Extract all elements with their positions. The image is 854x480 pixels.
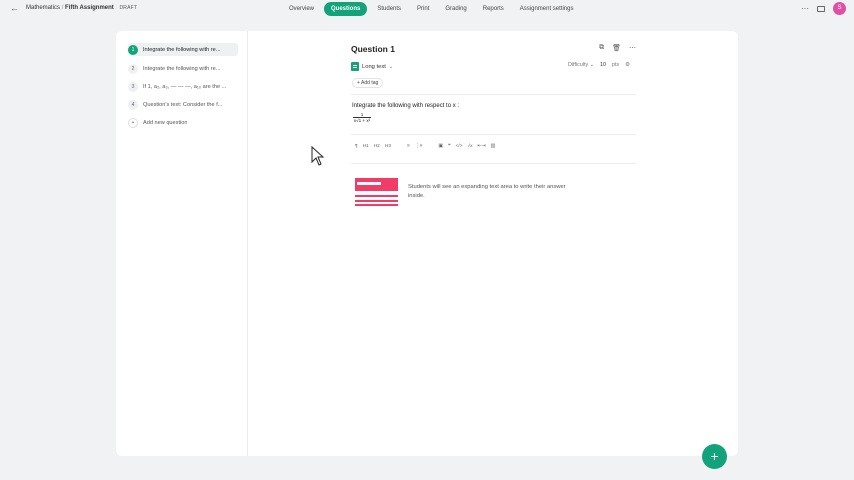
- question-number: 1: [128, 44, 138, 55]
- duplicate-icon[interactable]: ⧉: [599, 44, 604, 52]
- add-new-question-button[interactable]: + Add new question: [128, 116, 238, 129]
- numbered-list-icon[interactable]: ⋮≡: [415, 144, 423, 149]
- answer-hint: Students will see an expanding text area…: [408, 184, 566, 199]
- breadcrumb-assignment: Fifth Assignment: [65, 5, 114, 11]
- difficulty-select[interactable]: Difficulty ⌄: [568, 62, 594, 68]
- question-prompt[interactable]: Integrate the following with respect to …: [352, 103, 459, 109]
- question-list-label: If 1, a₂, a₃, — — —, a₁₀ are the ...: [143, 83, 227, 90]
- question-number: 2: [128, 63, 138, 74]
- question-list-item[interactable]: 4 Question's text: Consider the f...: [128, 98, 238, 111]
- tab-questions[interactable]: Questions: [324, 2, 368, 16]
- more-icon[interactable]: ⋯: [629, 44, 636, 52]
- bullet-list-icon[interactable]: ≡: [407, 144, 410, 149]
- question-number: 3: [128, 81, 138, 92]
- breadcrumb-separator: /: [61, 5, 64, 11]
- question-type-select[interactable]: Long text ⌄: [351, 62, 393, 71]
- fraction-denominator: x√1 + x²: [353, 118, 371, 123]
- chevron-down-icon: ⌄: [388, 63, 394, 70]
- difficulty-label: Difficulty: [567, 62, 589, 68]
- question-type-label: Long text: [362, 63, 386, 70]
- main-nav: Overview Questions Students Print Gradin…: [283, 2, 579, 16]
- draft-badge: DRAFT: [119, 5, 138, 11]
- question-list-item[interactable]: 3 If 1, a₂, a₃, — — —, a₁₀ are the ...: [128, 80, 238, 93]
- long-text-preview-image: [355, 178, 398, 206]
- main-card: 1 Integrate the following with re... 2 I…: [116, 31, 738, 456]
- divider: [351, 94, 636, 95]
- difficulty-row: Difficulty ⌄ 10 pts ⚙: [568, 62, 630, 68]
- points-unit: pts: [611, 62, 620, 68]
- question-number: 4: [128, 99, 138, 110]
- align-icon[interactable]: ⇤⇥: [478, 144, 486, 149]
- breadcrumb-course[interactable]: Mathematics: [26, 5, 60, 11]
- mouse-cursor-icon: [311, 146, 325, 166]
- heading2-icon[interactable]: H2: [374, 144, 380, 149]
- paragraph-icon[interactable]: ¶: [355, 144, 358, 149]
- question-list-panel: 1 Integrate the following with re... 2 I…: [116, 31, 248, 456]
- formatting-toolbar: ¶ H1 H2 H3 ≡ ⋮≡ ▣ ❝ </> √x ⇤⇥ ▥: [355, 144, 495, 149]
- mail-icon[interactable]: [817, 5, 825, 12]
- delete-icon[interactable]: 🗑: [612, 44, 621, 52]
- question-list-label: Integrate the following with re...: [143, 65, 221, 72]
- tab-students[interactable]: Students: [371, 2, 407, 16]
- question-actions: ⧉ 🗑 ⋯: [599, 44, 636, 52]
- math-icon[interactable]: √x: [468, 144, 473, 149]
- top-bar: ← Mathematics / Fifth Assignment DRAFT O…: [0, 0, 854, 18]
- image-icon[interactable]: ▣: [438, 144, 443, 149]
- add-new-question-label: Add new question: [143, 119, 188, 126]
- more-options-icon[interactable]: ⋯: [801, 4, 809, 13]
- question-list-item[interactable]: 2 Integrate the following with re...: [128, 62, 238, 75]
- avatar[interactable]: S: [833, 2, 846, 15]
- breadcrumb: Mathematics / Fifth Assignment DRAFT: [26, 5, 137, 11]
- back-arrow-icon[interactable]: ←: [10, 3, 19, 13]
- tab-assignment-settings[interactable]: Assignment settings: [514, 2, 580, 16]
- question-list-item[interactable]: 1 Integrate the following with re...: [128, 43, 238, 56]
- plus-icon: +: [128, 117, 138, 128]
- heading3-icon[interactable]: H3: [385, 144, 391, 149]
- settings-sliders-icon[interactable]: ⚙: [625, 62, 630, 68]
- points-input[interactable]: 10: [600, 62, 606, 68]
- tab-overview[interactable]: Overview: [283, 2, 320, 16]
- chevron-down-icon: ⌄: [589, 62, 594, 68]
- code-icon[interactable]: </>: [456, 144, 463, 149]
- question-list-label: Integrate the following with re...: [143, 46, 221, 53]
- tab-print[interactable]: Print: [411, 2, 435, 16]
- divider: [351, 134, 636, 135]
- add-button[interactable]: +: [702, 444, 727, 469]
- tab-grading[interactable]: Grading: [439, 2, 472, 16]
- heading1-icon[interactable]: H1: [363, 144, 369, 149]
- quote-icon[interactable]: ❝: [448, 144, 451, 149]
- add-tag-button[interactable]: + Add tag: [352, 78, 384, 88]
- document-icon: [351, 62, 359, 71]
- divider: [351, 163, 636, 164]
- question-title: Question 1: [351, 44, 395, 54]
- top-right-actions: ⋯ S: [801, 2, 846, 15]
- table-icon[interactable]: ▥: [491, 144, 496, 149]
- tab-reports[interactable]: Reports: [477, 2, 510, 16]
- question-list-label: Question's text: Consider the f...: [143, 101, 223, 108]
- math-fraction: 1 x√1 + x²: [353, 112, 371, 124]
